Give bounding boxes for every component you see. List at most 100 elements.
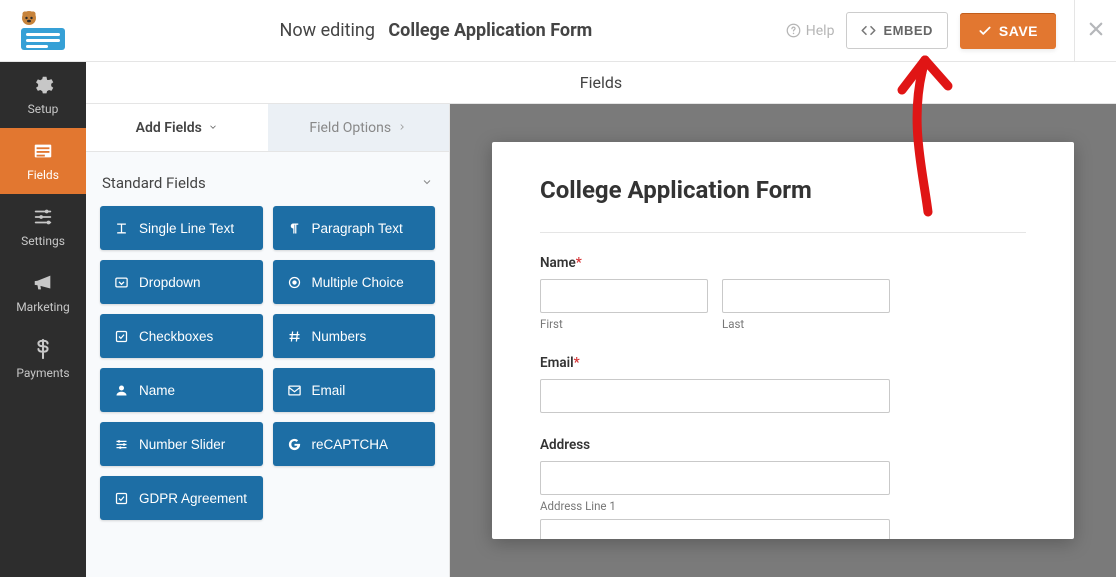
field-label: Checkboxes bbox=[139, 329, 213, 344]
leftnav-item-label: Setup bbox=[28, 102, 59, 116]
tab-add-fields[interactable]: Add Fields bbox=[86, 104, 268, 151]
user-icon bbox=[114, 383, 129, 398]
save-button[interactable]: SAVE bbox=[960, 13, 1056, 49]
leftnav-item-setup[interactable]: Setup bbox=[0, 62, 86, 128]
panel-title-label: Fields bbox=[580, 73, 622, 92]
leftnav-item-marketing[interactable]: Marketing bbox=[0, 260, 86, 326]
field-paragraph-text[interactable]: Paragraph Text bbox=[273, 206, 436, 250]
field-label: Email bbox=[312, 383, 346, 398]
panel-tabs: Add Fields Field Options bbox=[86, 104, 449, 152]
field-label: Dropdown bbox=[139, 275, 201, 290]
leftnav-item-payments[interactable]: Payments bbox=[0, 326, 86, 392]
editing-prefix: Now editing bbox=[279, 20, 374, 41]
field-email[interactable]: Email bbox=[273, 368, 436, 412]
field-label: Multiple Choice bbox=[312, 275, 404, 290]
preview-field-name[interactable]: Name* First Last bbox=[540, 255, 1026, 331]
field-dropdown[interactable]: Dropdown bbox=[100, 260, 263, 304]
name-label: Name* bbox=[540, 255, 1026, 271]
field-label: GDPR Agreement bbox=[139, 491, 247, 506]
field-label: Numbers bbox=[312, 329, 367, 344]
dollar-icon bbox=[32, 338, 54, 360]
body-area: Setup Fields Settings Marketing Payments… bbox=[0, 62, 1116, 577]
text-icon bbox=[114, 221, 129, 236]
field-single-line-text[interactable]: Single Line Text bbox=[100, 206, 263, 250]
app-logo bbox=[0, 0, 86, 62]
code-icon bbox=[861, 23, 876, 38]
preview-canvas-wrap: College Application Form Name* First La bbox=[450, 104, 1116, 577]
dropdown-icon bbox=[114, 275, 129, 290]
first-name-sublabel: First bbox=[540, 317, 708, 331]
first-name-input[interactable] bbox=[540, 279, 708, 313]
topbar-actions: Help EMBED SAVE bbox=[786, 12, 1074, 49]
help-label: Help bbox=[806, 23, 835, 39]
preview-canvas[interactable]: College Application Form Name* First La bbox=[492, 142, 1074, 539]
embed-label: EMBED bbox=[883, 23, 932, 38]
sliders-icon bbox=[114, 437, 129, 452]
paragraph-icon bbox=[287, 221, 302, 236]
close-builder-button[interactable] bbox=[1074, 0, 1116, 62]
leftnav-item-fields[interactable]: Fields bbox=[0, 128, 86, 194]
field-label: Number Slider bbox=[139, 437, 225, 452]
panel-title: Fields bbox=[86, 62, 1116, 104]
form-divider bbox=[540, 232, 1026, 233]
field-checkboxes[interactable]: Checkboxes bbox=[100, 314, 263, 358]
email-label: Email* bbox=[540, 355, 1026, 371]
address-label: Address bbox=[540, 437, 1026, 453]
chevron-down-icon bbox=[421, 174, 433, 192]
bullhorn-icon bbox=[32, 272, 54, 294]
gear-icon bbox=[32, 74, 54, 96]
close-icon bbox=[1087, 20, 1105, 42]
preview-column: College Application Form Name* First La bbox=[450, 62, 1116, 577]
leftnav-item-settings[interactable]: Settings bbox=[0, 194, 86, 260]
check-square-icon bbox=[114, 329, 129, 344]
editing-title: Now editing College Application Form bbox=[86, 20, 786, 41]
last-name-input[interactable] bbox=[722, 279, 890, 313]
tab-add-fields-label: Add Fields bbox=[136, 120, 202, 136]
field-recaptcha[interactable]: reCAPTCHA bbox=[273, 422, 436, 466]
leftnav-item-label: Payments bbox=[16, 366, 69, 380]
editing-form-name: College Application Form bbox=[388, 20, 592, 41]
leftnav: Setup Fields Settings Marketing Payments bbox=[0, 62, 86, 577]
address-line2-input[interactable] bbox=[540, 519, 890, 539]
field-label: Name bbox=[139, 383, 175, 398]
sliders-icon bbox=[32, 206, 54, 228]
chevron-down-icon bbox=[208, 120, 218, 136]
leftnav-item-label: Settings bbox=[21, 234, 65, 248]
field-label: reCAPTCHA bbox=[312, 437, 389, 452]
field-multiple-choice[interactable]: Multiple Choice bbox=[273, 260, 436, 304]
help-button[interactable]: Help bbox=[786, 23, 835, 39]
radio-icon bbox=[287, 275, 302, 290]
preview-field-email[interactable]: Email* bbox=[540, 355, 1026, 413]
wpforms-logo-icon bbox=[15, 10, 71, 52]
fields-panel: Add Fields Field Options Standard Fields bbox=[86, 62, 450, 577]
field-gdpr[interactable]: GDPR Agreement bbox=[100, 476, 263, 520]
envelope-icon bbox=[287, 383, 302, 398]
chevron-right-icon bbox=[397, 120, 407, 136]
email-input[interactable] bbox=[540, 379, 890, 413]
field-label: Single Line Text bbox=[139, 221, 234, 236]
group-title-label: Standard Fields bbox=[102, 174, 206, 192]
field-name[interactable]: Name bbox=[100, 368, 263, 412]
fields-icon bbox=[32, 140, 54, 162]
check-icon bbox=[978, 24, 992, 38]
address-line1-sublabel: Address Line 1 bbox=[540, 499, 1026, 513]
group-standard-fields[interactable]: Standard Fields bbox=[100, 152, 435, 206]
hashtag-icon bbox=[287, 329, 302, 344]
embed-button[interactable]: EMBED bbox=[846, 12, 947, 49]
last-name-sublabel: Last bbox=[722, 317, 890, 331]
address-line1-input[interactable] bbox=[540, 461, 890, 495]
tab-field-options[interactable]: Field Options bbox=[268, 104, 450, 151]
preview-field-address[interactable]: Address Address Line 1 Address Line 2 bbox=[540, 437, 1026, 539]
check-square-icon bbox=[114, 491, 129, 506]
field-numbers[interactable]: Numbers bbox=[273, 314, 436, 358]
form-title: College Application Form bbox=[540, 176, 1026, 204]
google-g-icon bbox=[287, 437, 302, 452]
fields-scroll-area[interactable]: Standard Fields Single Line Text Paragra… bbox=[86, 152, 449, 577]
field-grid: Single Line Text Paragraph Text Dropdown… bbox=[100, 206, 435, 520]
save-label: SAVE bbox=[999, 23, 1038, 39]
tab-field-options-label: Field Options bbox=[309, 120, 391, 136]
field-number-slider[interactable]: Number Slider bbox=[100, 422, 263, 466]
field-label: Paragraph Text bbox=[312, 221, 403, 236]
help-icon bbox=[786, 23, 801, 38]
topbar: Now editing College Application Form Hel… bbox=[0, 0, 1116, 62]
